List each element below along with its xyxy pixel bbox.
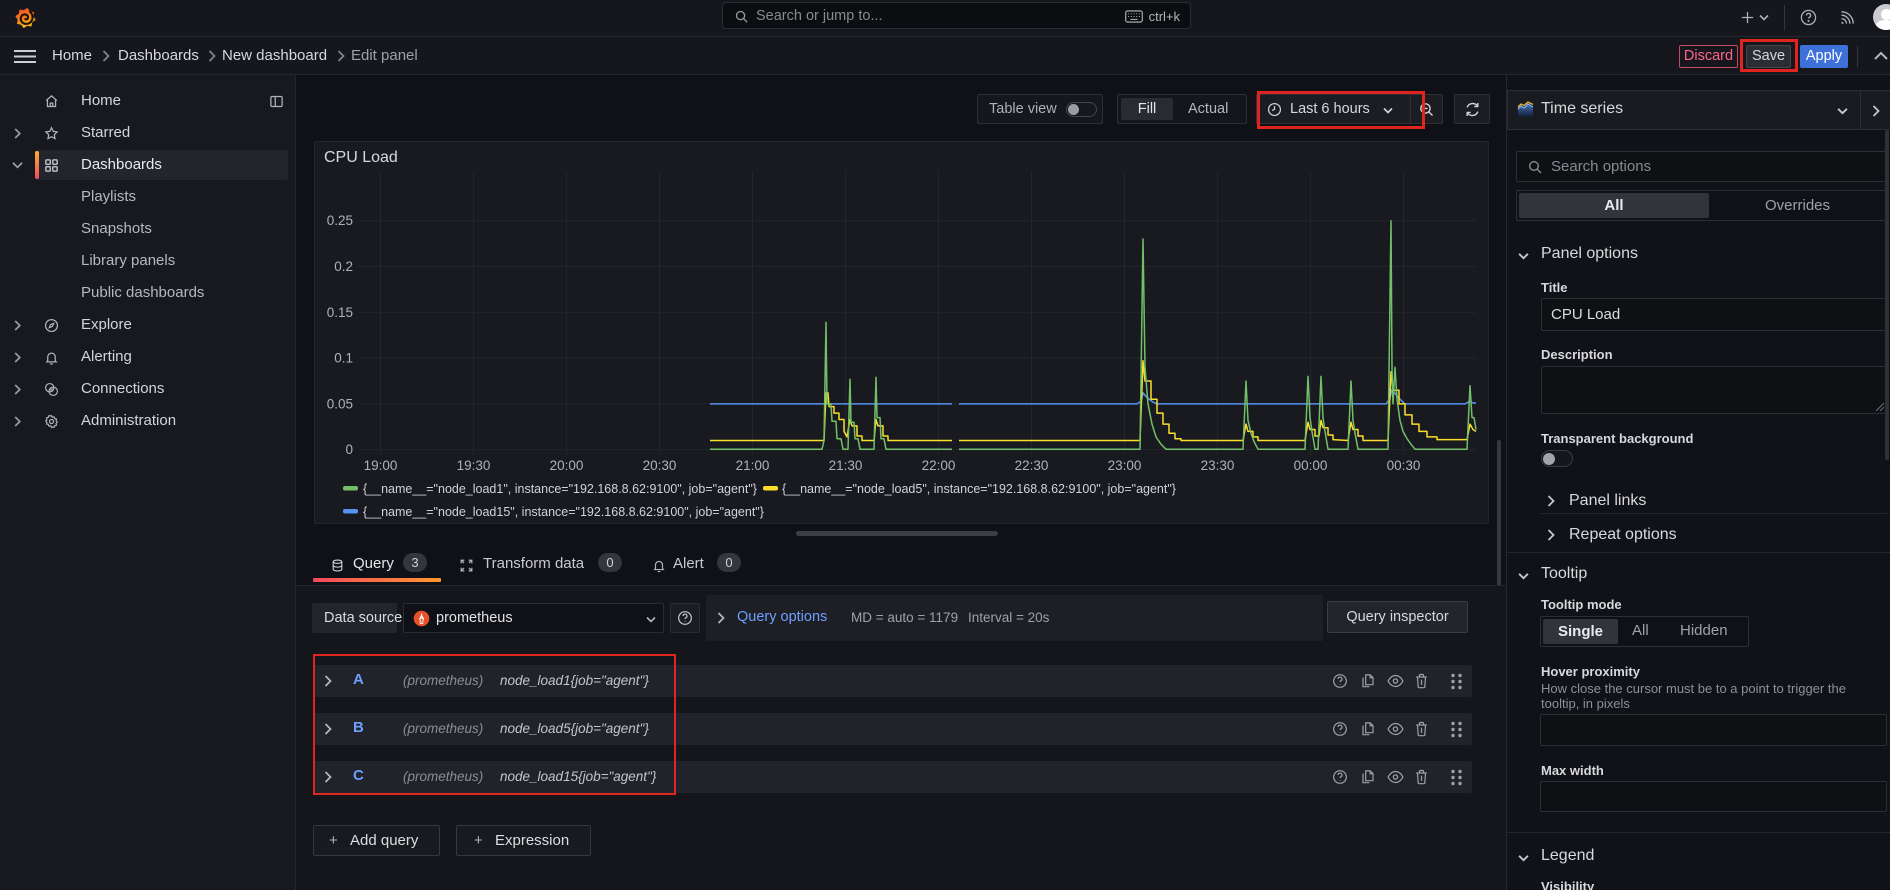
svg-text:00:30: 00:30 bbox=[1387, 458, 1421, 473]
svg-text:20:30: 20:30 bbox=[643, 458, 677, 473]
svg-text:19:30: 19:30 bbox=[457, 458, 491, 473]
svg-text:0: 0 bbox=[345, 442, 353, 457]
svg-text:00:00: 00:00 bbox=[1294, 458, 1328, 473]
svg-text:{__name__="node_load5", instan: {__name__="node_load5", instance="192.16… bbox=[782, 482, 1176, 496]
svg-text:0.05: 0.05 bbox=[327, 396, 353, 411]
svg-text:0.25: 0.25 bbox=[327, 213, 353, 228]
svg-text:23:30: 23:30 bbox=[1201, 458, 1235, 473]
svg-text:20:00: 20:00 bbox=[550, 458, 584, 473]
svg-text:21:30: 21:30 bbox=[829, 458, 863, 473]
svg-text:0.2: 0.2 bbox=[334, 259, 353, 274]
svg-text:{__name__="node_load15", insta: {__name__="node_load15", instance="192.1… bbox=[363, 505, 764, 519]
svg-text:0.15: 0.15 bbox=[327, 305, 353, 320]
svg-text:21:00: 21:00 bbox=[736, 458, 770, 473]
svg-text:0.1: 0.1 bbox=[334, 351, 353, 366]
svg-text:22:00: 22:00 bbox=[922, 458, 956, 473]
svg-text:{__name__="node_load1", instan: {__name__="node_load1", instance="192.16… bbox=[363, 482, 757, 496]
svg-text:22:30: 22:30 bbox=[1015, 458, 1049, 473]
svg-text:23:00: 23:00 bbox=[1108, 458, 1142, 473]
svg-text:19:00: 19:00 bbox=[364, 458, 398, 473]
